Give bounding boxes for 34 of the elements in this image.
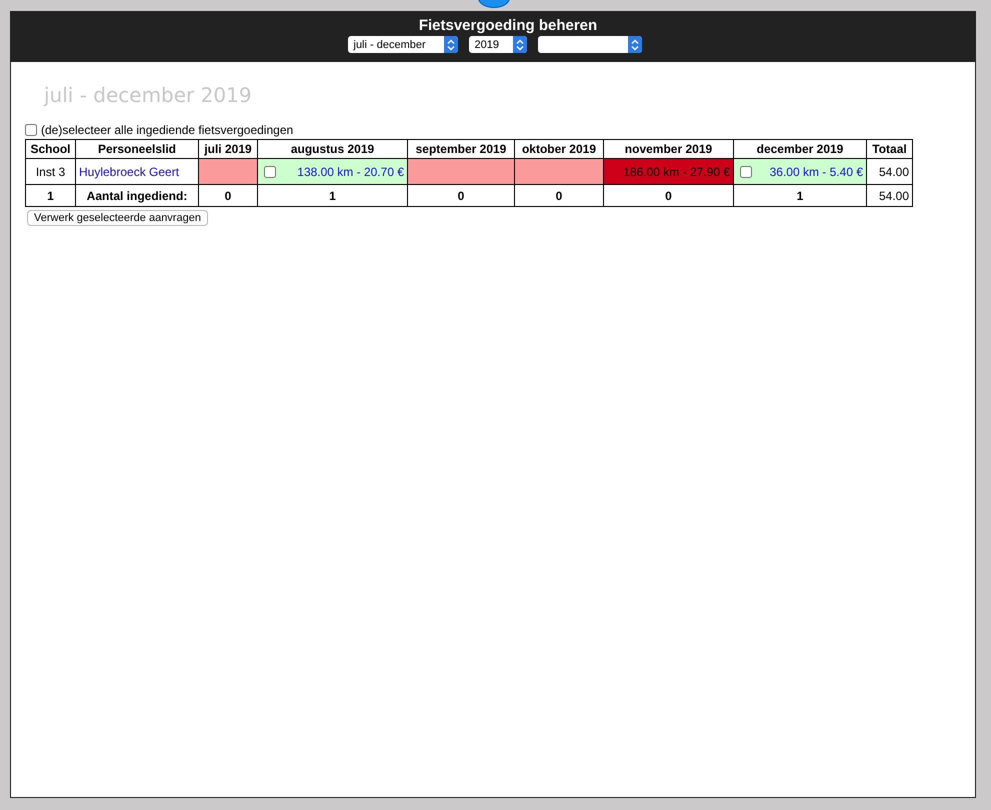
checkbox[interactable]	[740, 166, 752, 178]
dropdown[interactable]: 2019	[468, 36, 526, 53]
column-header: december 2019	[734, 140, 866, 158]
table-cell: Inst 3	[26, 158, 76, 184]
table-cell: 0	[198, 184, 258, 206]
table-cell: 1	[258, 184, 408, 206]
stepper-icon	[512, 36, 526, 53]
amount-text: 186.00 km - 27.90 €	[623, 164, 730, 178]
dropdown[interactable]	[538, 36, 642, 53]
checkbox-label: (de)selecteer alle ingediende fietsvergoedingen	[41, 123, 294, 137]
amount-text: 138.00 km - 20.70 €	[297, 164, 404, 178]
column-header: augustus 2019	[258, 140, 408, 158]
column-header: oktober 2019	[514, 140, 604, 158]
column-header: november 2019	[604, 140, 734, 158]
column-header: School	[26, 140, 76, 158]
dropdown[interactable]: juli - december	[348, 36, 458, 53]
table-cell: 0	[604, 184, 734, 206]
process-button[interactable]: Verwerk geselecteerde aanvragen	[27, 210, 208, 226]
stepper-icon	[444, 36, 458, 53]
column-header: september 2019	[408, 140, 514, 158]
table-cell: 0	[408, 184, 514, 206]
stepper-icon	[628, 36, 642, 53]
table-cell: 54.00	[866, 158, 912, 184]
checkbox[interactable]	[264, 166, 276, 178]
table-cell: 0	[514, 184, 604, 206]
table-cell: 1	[26, 184, 76, 206]
page-title: Fietsvergoeding beheren	[418, 17, 598, 34]
table-cell: 54.00	[866, 184, 912, 206]
column-header: Totaal	[866, 140, 912, 158]
amount-text: 36.00 km - 5.40 €	[770, 164, 863, 178]
table-cell: 1	[734, 184, 866, 206]
table-cell: Aantal ingediend:	[76, 184, 198, 206]
column-header: Personeelslid	[76, 140, 198, 158]
checkbox[interactable]	[25, 124, 37, 136]
